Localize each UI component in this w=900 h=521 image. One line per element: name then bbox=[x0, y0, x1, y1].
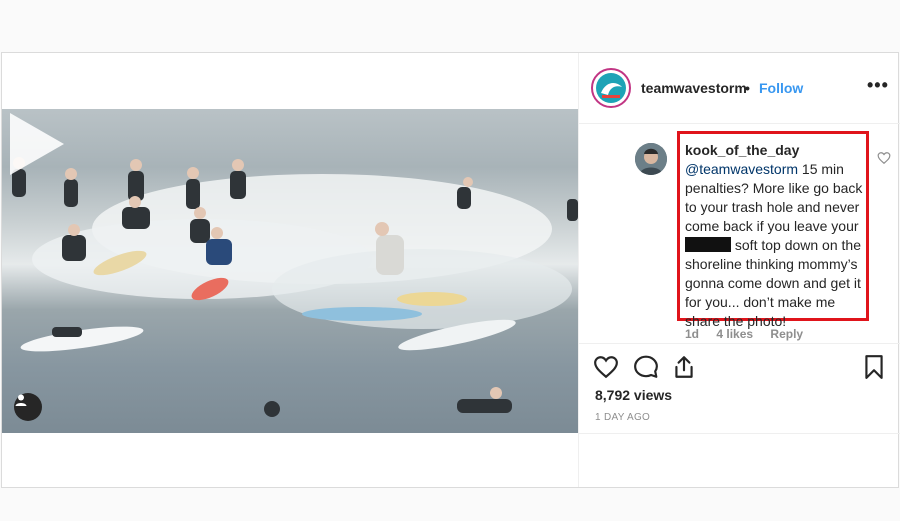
surf-video[interactable] bbox=[2, 109, 578, 433]
avatar[interactable] bbox=[591, 68, 631, 108]
post-timestamp: 1 DAY AGO bbox=[595, 412, 651, 423]
more-icon[interactable]: ••• bbox=[867, 75, 889, 96]
view-count[interactable]: 8,792 views bbox=[595, 387, 672, 403]
comment-likes[interactable]: 4 likes bbox=[716, 327, 753, 341]
video-frame bbox=[12, 157, 578, 417]
share-icon[interactable] bbox=[671, 354, 697, 380]
comment-icon[interactable] bbox=[633, 354, 659, 380]
heart-icon[interactable] bbox=[593, 354, 619, 380]
play-icon[interactable] bbox=[2, 109, 68, 179]
comment-username[interactable]: kook_of_the_day bbox=[685, 141, 865, 160]
post-username[interactable]: teamwavestorm bbox=[641, 80, 747, 96]
comment-mention[interactable]: @teamwavestorm bbox=[685, 161, 798, 177]
comments-section: kook_of_the_day @teamwavestorm 15 min pe… bbox=[579, 125, 900, 341]
brand-logo bbox=[596, 73, 626, 103]
comment-meta: 1d 4 likes Reply bbox=[685, 327, 817, 341]
post-media bbox=[2, 53, 578, 487]
post-sidebar: teamwavestorm • Follow ••• kook_of_the_d… bbox=[578, 53, 900, 487]
commenter-avatar[interactable] bbox=[635, 143, 667, 175]
post-card: teamwavestorm • Follow ••• kook_of_the_d… bbox=[1, 52, 900, 488]
action-bar: 8,792 views 1 DAY AGO bbox=[579, 343, 900, 433]
comment-age: 1d bbox=[685, 327, 700, 341]
bookmark-icon[interactable] bbox=[861, 354, 887, 380]
follow-button[interactable]: Follow bbox=[759, 80, 803, 96]
post-header: teamwavestorm • Follow ••• bbox=[579, 53, 900, 124]
comment-body: kook_of_the_day @teamwavestorm 15 min pe… bbox=[685, 141, 865, 331]
user-tag-icon[interactable] bbox=[14, 393, 42, 421]
heart-icon[interactable] bbox=[877, 151, 891, 165]
reply-button[interactable]: Reply bbox=[770, 327, 803, 341]
add-comment-area[interactable] bbox=[579, 433, 900, 487]
redaction-bar bbox=[685, 237, 731, 252]
separator-dot: • bbox=[745, 80, 750, 96]
